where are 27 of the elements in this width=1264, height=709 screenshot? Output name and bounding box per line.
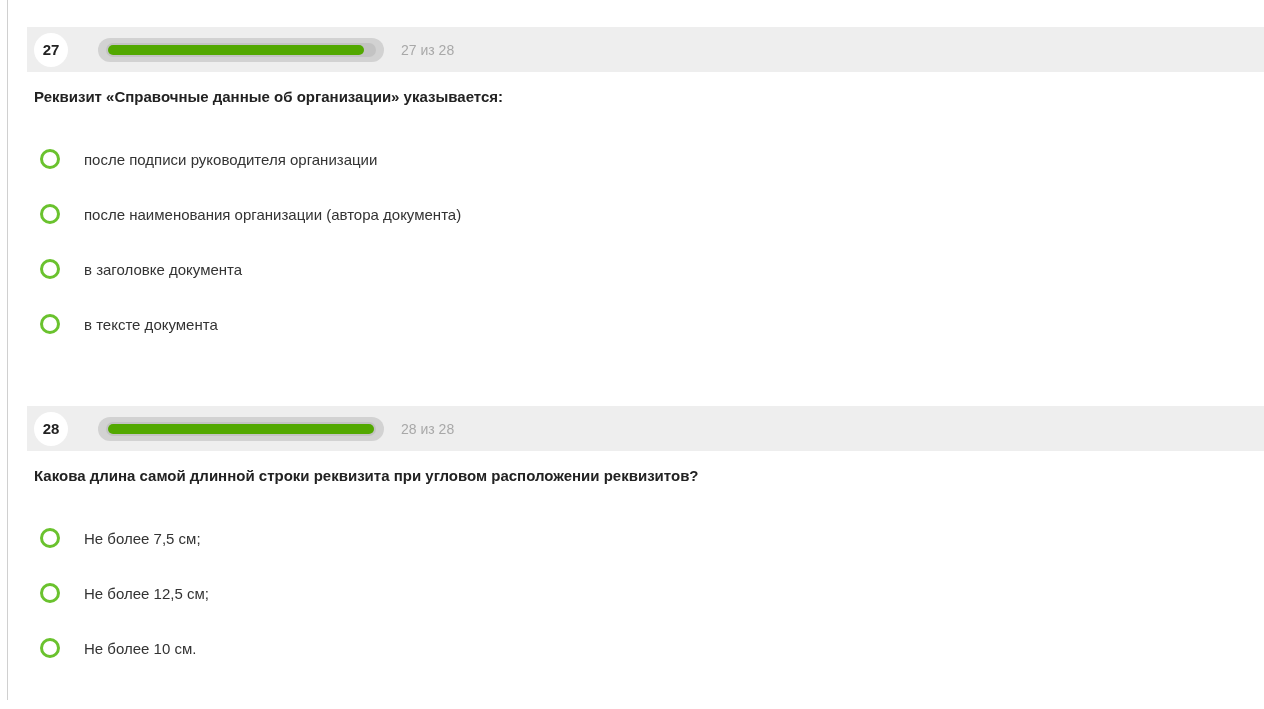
answer-option[interactable]: после наименования организации (автора документа) <box>40 204 1264 224</box>
question-text: Какова длина самой длинной строки реквизита при угловом расположении реквизитов? <box>34 467 700 484</box>
answer-option[interactable]: в тексте документа <box>40 314 1264 334</box>
answer-option[interactable]: Не более 12,5 см; <box>40 583 1264 603</box>
answer-option[interactable]: Не более 10 см. <box>40 638 1264 658</box>
radio-button[interactable] <box>40 583 60 603</box>
question-number: 28 <box>34 411 68 446</box>
progress-count: 27 из 28 <box>401 41 455 58</box>
option-label: в тексте документа <box>84 315 218 333</box>
option-label: Не более 10 см. <box>84 639 197 657</box>
option-label: после наименования организации (автора документа) <box>84 205 462 223</box>
option-label: после подписи руководителя организации <box>84 150 378 168</box>
answer-option[interactable]: Не более 7,5 см; <box>40 528 1264 548</box>
option-label: Не более 7,5 см; <box>84 529 201 547</box>
progress-count: 28 из 28 <box>401 420 455 437</box>
option-label: Не более 12,5 см; <box>84 584 209 602</box>
radio-button[interactable] <box>40 149 60 169</box>
question-text: Реквизит «Справочные данные об организации» указывается: <box>34 88 504 105</box>
answer-option[interactable]: после подписи руководителя организации <box>40 149 1264 169</box>
answer-option[interactable]: в заголовке документа <box>40 259 1264 279</box>
radio-button[interactable] <box>40 528 60 548</box>
question-number: 27 <box>34 32 68 67</box>
radio-button[interactable] <box>40 204 60 224</box>
radio-button[interactable] <box>40 638 60 658</box>
radio-button[interactable] <box>40 314 60 334</box>
option-label: в заголовке документа <box>84 260 243 278</box>
radio-button[interactable] <box>40 259 60 279</box>
